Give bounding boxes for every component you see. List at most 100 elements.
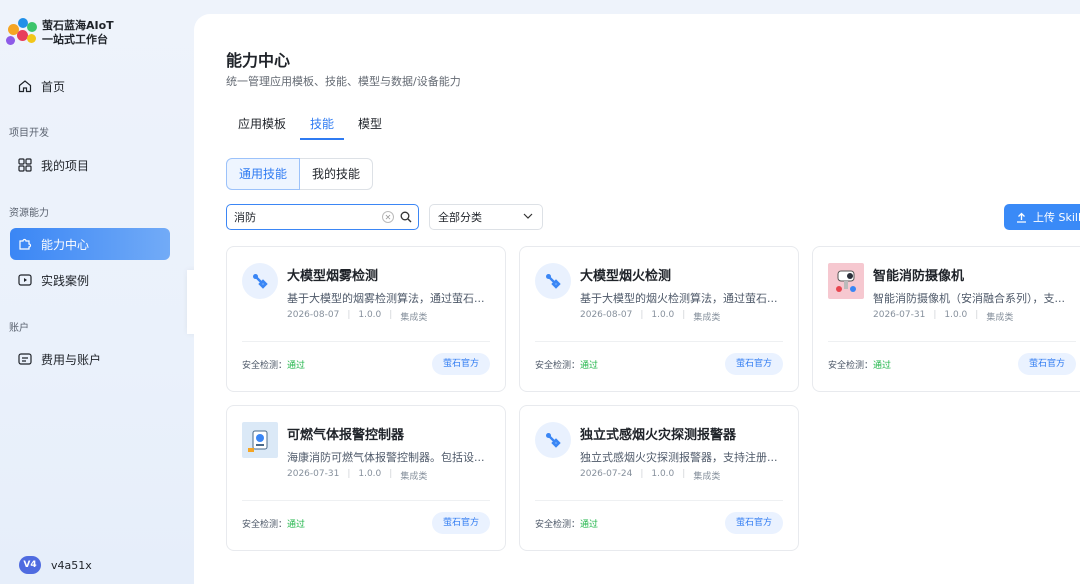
app-name-line2: 一站式工作台 [42, 33, 108, 46]
user-profile[interactable]: V4 v4a51x [19, 556, 92, 574]
gas-detector-icon [242, 422, 278, 458]
main-panel: 能力中心 统一管理应用模板、技能、模型与数据/设备能力 应用模板 技能 模型 通… [194, 14, 1080, 584]
card-date: 2026-07-24 [580, 469, 633, 479]
card-meta: 2026-08-07 | 1.0.0 | 集成类 [580, 310, 721, 323]
skill-card[interactable]: 大模型烟火检测 基于大模型的烟火检测算法，通过萤石... 2026-08-07 |… [519, 246, 799, 392]
app-logo[interactable]: 萤石蓝海AIoT 一站式工作台 [6, 18, 114, 48]
upload-label: 上传 Skill [1033, 211, 1080, 224]
upload-icon [1016, 212, 1027, 223]
card-version: 1.0.0 [651, 469, 675, 479]
card-version: 1.0.0 [358, 310, 382, 320]
card-category: 集成类 [693, 313, 721, 323]
safety-status: 通过 [580, 361, 599, 371]
card-meta: 2026-07-24 | 1.0.0 | 集成类 [580, 469, 721, 482]
card-divider [242, 500, 490, 501]
sidebar-item-label: 能力中心 [41, 237, 90, 252]
card-version: 1.0.0 [651, 310, 675, 320]
card-title: 智能消防摄像机 [873, 269, 965, 284]
card-date: 2026-07-31 [287, 469, 340, 479]
wrench-icon [535, 263, 571, 299]
card-title: 大模型烟火检测 [580, 269, 672, 284]
card-description: 独立式感烟火灾探测报警器，支持注册... [580, 451, 778, 464]
segment-general-skills[interactable]: 通用技能 [226, 158, 301, 190]
category-select-value: 全部分类 [438, 211, 482, 224]
puzzle-icon [18, 237, 32, 251]
sidebar-item-my-projects[interactable]: 我的项目 [10, 149, 170, 181]
safety-status: 通过 [287, 361, 306, 371]
safety-status: 通过 [287, 520, 306, 530]
skill-card[interactable]: 可燃气体报警控制器 海康消防可燃气体报警控制器。包括设... 2026-07-3… [226, 405, 506, 551]
wrench-icon [242, 263, 278, 299]
card-version: 1.0.0 [358, 469, 382, 479]
section-label-account: 账户 [9, 323, 29, 334]
card-category: 集成类 [400, 313, 428, 323]
play-icon [18, 273, 32, 287]
capability-tabs: 应用模板 技能 模型 [226, 116, 394, 140]
official-badge: 萤石官方 [724, 353, 783, 375]
sidebar: 萤石蓝海AIoT 一站式工作台 首页 项目开发 我的项目 资源能力 能力中心 实… [0, 0, 186, 584]
search-input[interactable]: 消防 ✕ [226, 204, 419, 230]
grid-icon [18, 158, 32, 172]
card-title: 大模型烟雾检测 [287, 269, 379, 284]
skill-type-segment: 通用技能 我的技能 [226, 158, 374, 190]
card-safety-check: 安全检测：通过 [535, 361, 599, 371]
card-safety-check: 安全检测：通过 [535, 520, 599, 530]
card-version: 1.0.0 [944, 310, 968, 320]
card-meta: 2026-07-31 | 1.0.0 | 集成类 [873, 310, 1014, 323]
official-badge: 萤石官方 [431, 353, 490, 375]
search-icon[interactable] [400, 211, 412, 223]
skill-card[interactable]: 独立式感烟火灾探测报警器 独立式感烟火灾探测报警器，支持注册... 2026-0… [519, 405, 799, 551]
card-description: 海康消防可燃气体报警控制器。包括设... [287, 451, 485, 464]
tab-app-templates[interactable]: 应用模板 [226, 116, 298, 140]
logo-icon [6, 18, 38, 48]
sidebar-item-label: 实践案例 [41, 273, 90, 288]
clear-icon[interactable]: ✕ [382, 211, 394, 223]
card-title: 独立式感烟火灾探测报警器 [580, 428, 737, 443]
card-description: 基于大模型的烟雾检测算法，通过萤石... [287, 292, 485, 305]
official-badge: 萤石官方 [431, 512, 490, 534]
card-category: 集成类 [693, 472, 721, 482]
sidebar-item-practice-cases[interactable]: 实践案例 [10, 264, 170, 296]
card-category: 集成类 [400, 472, 428, 482]
search-value: 消防 [234, 211, 256, 224]
page-title: 能力中心 [226, 51, 291, 70]
bill-icon [18, 352, 32, 366]
avatar: V4 [19, 556, 41, 574]
card-description: 智能消防摄像机（安消融合系列），支... [873, 292, 1065, 305]
official-badge: 萤石官方 [1017, 353, 1076, 375]
sidebar-item-capability-center[interactable]: 能力中心 [10, 228, 170, 260]
safety-status: 通过 [873, 361, 892, 371]
sidebar-item-label: 我的项目 [41, 158, 90, 173]
card-date: 2026-08-07 [580, 310, 633, 320]
card-title: 可燃气体报警控制器 [287, 428, 405, 443]
skill-card[interactable]: 大模型烟雾检测 基于大模型的烟雾检测算法，通过萤石... 2026-08-07 |… [226, 246, 506, 392]
section-label-project: 项目开发 [9, 128, 49, 139]
section-label-resources: 资源能力 [9, 208, 49, 219]
card-date: 2026-08-07 [287, 310, 340, 320]
user-name: v4a51x [51, 558, 92, 572]
skill-card[interactable]: 智能消防摄像机 智能消防摄像机（安消融合系列），支... 2026-07-31 |… [812, 246, 1080, 392]
segment-my-skills[interactable]: 我的技能 [300, 158, 374, 190]
chevron-down-icon [523, 211, 533, 224]
card-safety-check: 安全检测：通过 [242, 520, 306, 530]
sidebar-item-billing[interactable]: 费用与账户 [10, 343, 170, 375]
card-category: 集成类 [986, 313, 1014, 323]
card-meta: 2026-08-07 | 1.0.0 | 集成类 [287, 310, 428, 323]
category-select[interactable]: 全部分类 [429, 204, 543, 230]
card-divider [828, 341, 1076, 342]
card-safety-check: 安全检测：通过 [828, 361, 892, 371]
card-divider [535, 341, 783, 342]
sidebar-item-home[interactable]: 首页 [10, 70, 170, 102]
safety-status: 通过 [580, 520, 599, 530]
card-safety-check: 安全检测：通过 [242, 361, 306, 371]
card-divider [242, 341, 490, 342]
official-badge: 萤石官方 [724, 512, 783, 534]
wrench-icon [535, 422, 571, 458]
app-name-line1: 萤石蓝海AIoT [42, 19, 114, 32]
tab-models[interactable]: 模型 [346, 116, 394, 140]
card-divider [535, 500, 783, 501]
upload-skill-button[interactable]: 上传 Skill [1004, 204, 1080, 230]
card-meta: 2026-07-31 | 1.0.0 | 集成类 [287, 469, 428, 482]
sidebar-item-label: 费用与账户 [41, 352, 102, 367]
tab-skills[interactable]: 技能 [298, 116, 346, 140]
